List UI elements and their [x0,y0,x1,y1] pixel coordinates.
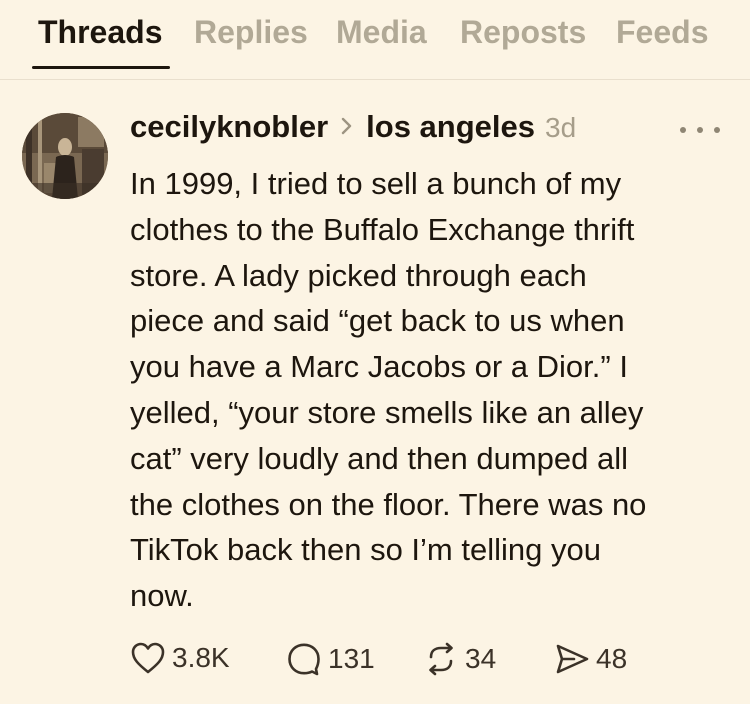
share-count: 48 [596,643,628,674]
post-header: cecilyknobler los angeles 3d [130,109,576,149]
tab-reposts[interactable]: Reposts [460,14,586,51]
post-timestamp: 3d [545,112,577,143]
post-text: In 1999, I tried to sell a bunch of my c… [130,166,647,614]
profile-tabs: Threads Replies Media Reposts Feeds [0,0,750,80]
dot-icon [680,127,686,133]
username[interactable]: cecilyknobler [130,109,328,145]
repost-button[interactable]: 34 [423,641,496,677]
tab-media[interactable]: Media [336,14,427,51]
tab-threads[interactable]: Threads [38,14,162,51]
tab-replies[interactable]: Replies [194,14,308,51]
dot-icon [714,127,720,133]
active-tab-indicator [32,66,170,69]
heart-icon [131,642,165,674]
share-button[interactable]: 48 [554,641,627,677]
avatar[interactable] [22,113,108,199]
more-options-button[interactable] [680,123,720,137]
like-count: 3.8K [172,642,230,673]
tab-feeds[interactable]: Feeds [616,14,708,51]
comment-icon [288,643,320,676]
profile-photo-icon [22,113,108,199]
repost-icon [429,642,453,676]
thread-post: cecilyknobler los angeles 3d In 1999, I … [0,81,750,704]
location-tag[interactable]: los angeles [366,109,535,145]
reply-count: 131 [328,643,375,674]
repost-count: 34 [465,643,497,674]
like-button[interactable]: 3.8K [130,641,230,675]
dot-icon [697,127,703,133]
chevron-right-icon [341,117,352,135]
reply-button[interactable]: 131 [286,641,375,677]
send-icon [556,644,589,674]
